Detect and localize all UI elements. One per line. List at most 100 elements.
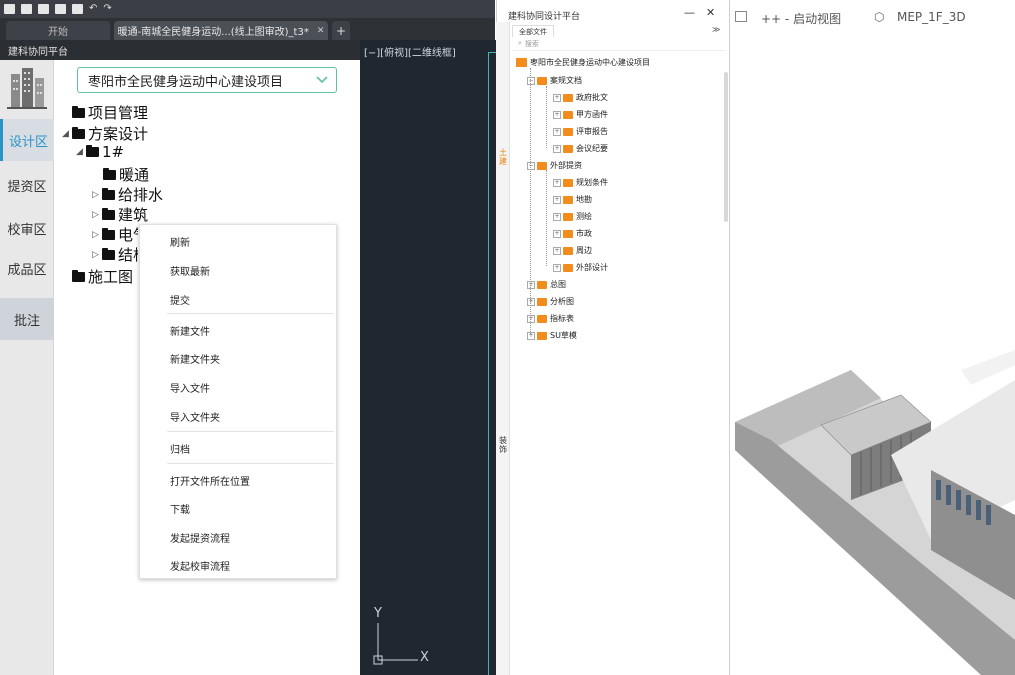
- search-placeholder: 搜索: [524, 39, 539, 48]
- tree-node-structure[interactable]: ▷ 结构: [92, 244, 138, 264]
- mid-item-client-letters[interactable]: + 甲方函件: [553, 109, 608, 120]
- save-icon[interactable]: [38, 4, 49, 14]
- expand-box-icon[interactable]: +: [553, 263, 561, 272]
- mid-group-su-model[interactable]: + SU草模: [527, 330, 577, 341]
- mid-group-site-plan[interactable]: + 总图: [527, 279, 566, 290]
- expand-box-icon[interactable]: +: [553, 246, 561, 255]
- minimize-icon[interactable]: —: [684, 6, 695, 19]
- collapse-box-icon[interactable]: −: [527, 76, 535, 85]
- tree-node-building-1[interactable]: ◢ 1#: [76, 143, 124, 161]
- expand-arrow-icon[interactable]: ◢: [76, 147, 86, 157]
- mid-panel-scrollbar[interactable]: [724, 72, 728, 222]
- menu-archive[interactable]: 归档: [170, 441, 190, 456]
- viewport-controls-label[interactable]: [−][俯视][二维线框]: [364, 44, 456, 59]
- menu-start-submit-flow[interactable]: 发起提资流程: [170, 530, 230, 545]
- mid-item-planning[interactable]: + 规划条件: [553, 177, 608, 188]
- redo-icon[interactable]: ↷: [103, 4, 111, 14]
- expand-box-icon[interactable]: +: [553, 178, 561, 187]
- collapse-arrow-icon[interactable]: ▷: [92, 190, 102, 200]
- tab-all-files[interactable]: 全部文件: [512, 25, 554, 37]
- collapse-box-icon[interactable]: −: [527, 161, 535, 170]
- expand-box-icon[interactable]: +: [553, 110, 561, 119]
- tab-active-drawing[interactable]: 暖通-南城全民健身运动...(线上图审改)_t3* ✕: [114, 21, 328, 40]
- mid-item-survey[interactable]: + 地勘: [553, 194, 592, 205]
- mid-group-index[interactable]: + 指标表: [527, 313, 574, 324]
- tree-node-scheme-design[interactable]: ◢ 方案设计: [62, 123, 148, 144]
- mid-item-minutes[interactable]: + 会议纪要: [553, 143, 608, 154]
- menu-open-location[interactable]: 打开文件所在位置: [170, 473, 250, 488]
- collapse-arrow-icon[interactable]: ▷: [92, 230, 102, 240]
- menu-new-folder[interactable]: 新建文件夹: [170, 351, 220, 366]
- folder-open-icon: [516, 58, 527, 67]
- close-icon[interactable]: ✕: [317, 26, 325, 36]
- cad-drawing-area[interactable]: [360, 40, 496, 675]
- chevron-down-icon: [316, 76, 328, 84]
- tab-start-view[interactable]: ++ - 启动视图: [761, 10, 841, 27]
- expand-box-icon[interactable]: +: [527, 331, 535, 340]
- menu-submit[interactable]: 提交: [170, 292, 190, 307]
- folder-icon: [537, 331, 547, 340]
- new-file-icon[interactable]: [4, 4, 15, 14]
- mid-group-label: 总图: [550, 280, 566, 289]
- mid-tree-root[interactable]: 枣阳市全民健身运动中心建设项目: [516, 57, 650, 68]
- tree-node-project-mgmt[interactable]: 项目管理: [72, 102, 148, 123]
- mid-group-docs[interactable]: − 案规文档: [527, 75, 582, 86]
- save-as-icon[interactable]: [55, 4, 66, 14]
- menu-divider: [167, 463, 334, 464]
- tree-node-architecture[interactable]: ▷ 建筑: [92, 204, 148, 225]
- mid-item-gov-approval[interactable]: + 政府批文: [553, 92, 608, 103]
- expand-box-icon[interactable]: +: [553, 127, 561, 136]
- folder-icon: [563, 195, 573, 204]
- add-tab-button[interactable]: +: [332, 21, 350, 40]
- expand-box-icon[interactable]: +: [553, 93, 561, 102]
- menu-refresh[interactable]: 刷新: [170, 234, 190, 249]
- expand-box-icon[interactable]: +: [553, 144, 561, 153]
- expand-arrow-icon[interactable]: ◢: [62, 129, 72, 139]
- mid-item-surroundings[interactable]: + 周边: [553, 245, 592, 256]
- tree-node-plumbing[interactable]: ▷ 给排水: [92, 184, 163, 205]
- rail-design-zone[interactable]: 设计区: [0, 119, 54, 161]
- expand-box-icon[interactable]: +: [553, 212, 561, 221]
- expand-box-icon[interactable]: +: [527, 314, 535, 323]
- mid-item-municipal[interactable]: + 市政: [553, 228, 592, 239]
- view-icon: [735, 11, 747, 22]
- collapse-arrow-icon[interactable]: ▷: [92, 210, 102, 220]
- expand-box-icon[interactable]: +: [527, 280, 535, 289]
- rail-submit-zone[interactable]: 提资区: [0, 164, 54, 206]
- collapse-arrow-icon[interactable]: ▷: [92, 250, 102, 260]
- expand-panel-icon[interactable]: ≫: [712, 25, 720, 34]
- project-select[interactable]: 枣阳市全民健身运动中心建设项目: [77, 67, 337, 93]
- mid-item-mapping[interactable]: + 测绘: [553, 211, 592, 222]
- tab-mep-3d[interactable]: MEP_1F_3D: [897, 10, 966, 24]
- tree-node-hvac[interactable]: 暖通: [103, 164, 149, 185]
- discipline-vertical-tabs: 土建 装饰: [496, 22, 510, 675]
- vtab-decoration[interactable]: 装饰: [498, 436, 508, 454]
- mid-item-external-design[interactable]: + 外部设计: [553, 262, 608, 273]
- menu-start-review-flow[interactable]: 发起校审流程: [170, 558, 230, 573]
- rail-annotation[interactable]: 批注: [0, 298, 54, 340]
- tab-start[interactable]: 开始: [6, 21, 110, 40]
- menu-new-file[interactable]: 新建文件: [170, 323, 210, 338]
- mid-item-review-report[interactable]: + 评审报告: [553, 126, 608, 137]
- print-icon[interactable]: [72, 4, 83, 14]
- menu-import-file[interactable]: 导入文件: [170, 380, 210, 395]
- close-icon[interactable]: ✕: [706, 6, 715, 19]
- undo-icon[interactable]: ↶: [89, 4, 97, 14]
- expand-box-icon[interactable]: +: [527, 297, 535, 306]
- tree-node-construction[interactable]: 施工图: [72, 266, 133, 286]
- menu-download[interactable]: 下载: [170, 501, 190, 516]
- vtab-civil[interactable]: 土建: [498, 148, 508, 166]
- menu-get-latest[interactable]: 获取最新: [170, 263, 210, 278]
- mid-group-analysis[interactable]: + 分析图: [527, 296, 574, 307]
- open-file-icon[interactable]: [21, 4, 32, 14]
- rail-product-zone[interactable]: 成品区: [0, 247, 54, 289]
- menu-import-folder[interactable]: 导入文件夹: [170, 409, 220, 424]
- file-search-input[interactable]: ⌕ 搜索: [512, 37, 726, 51]
- mid-group-external[interactable]: − 外部提资: [527, 160, 582, 171]
- expand-box-icon[interactable]: +: [553, 229, 561, 238]
- expand-box-icon[interactable]: +: [553, 195, 561, 204]
- mid-item-label: 会议纪要: [576, 144, 608, 153]
- rail-review-zone[interactable]: 校审区: [0, 207, 54, 249]
- folder-open-icon: [537, 161, 547, 170]
- tree-node-electrical[interactable]: ▷ 电气: [92, 224, 138, 244]
